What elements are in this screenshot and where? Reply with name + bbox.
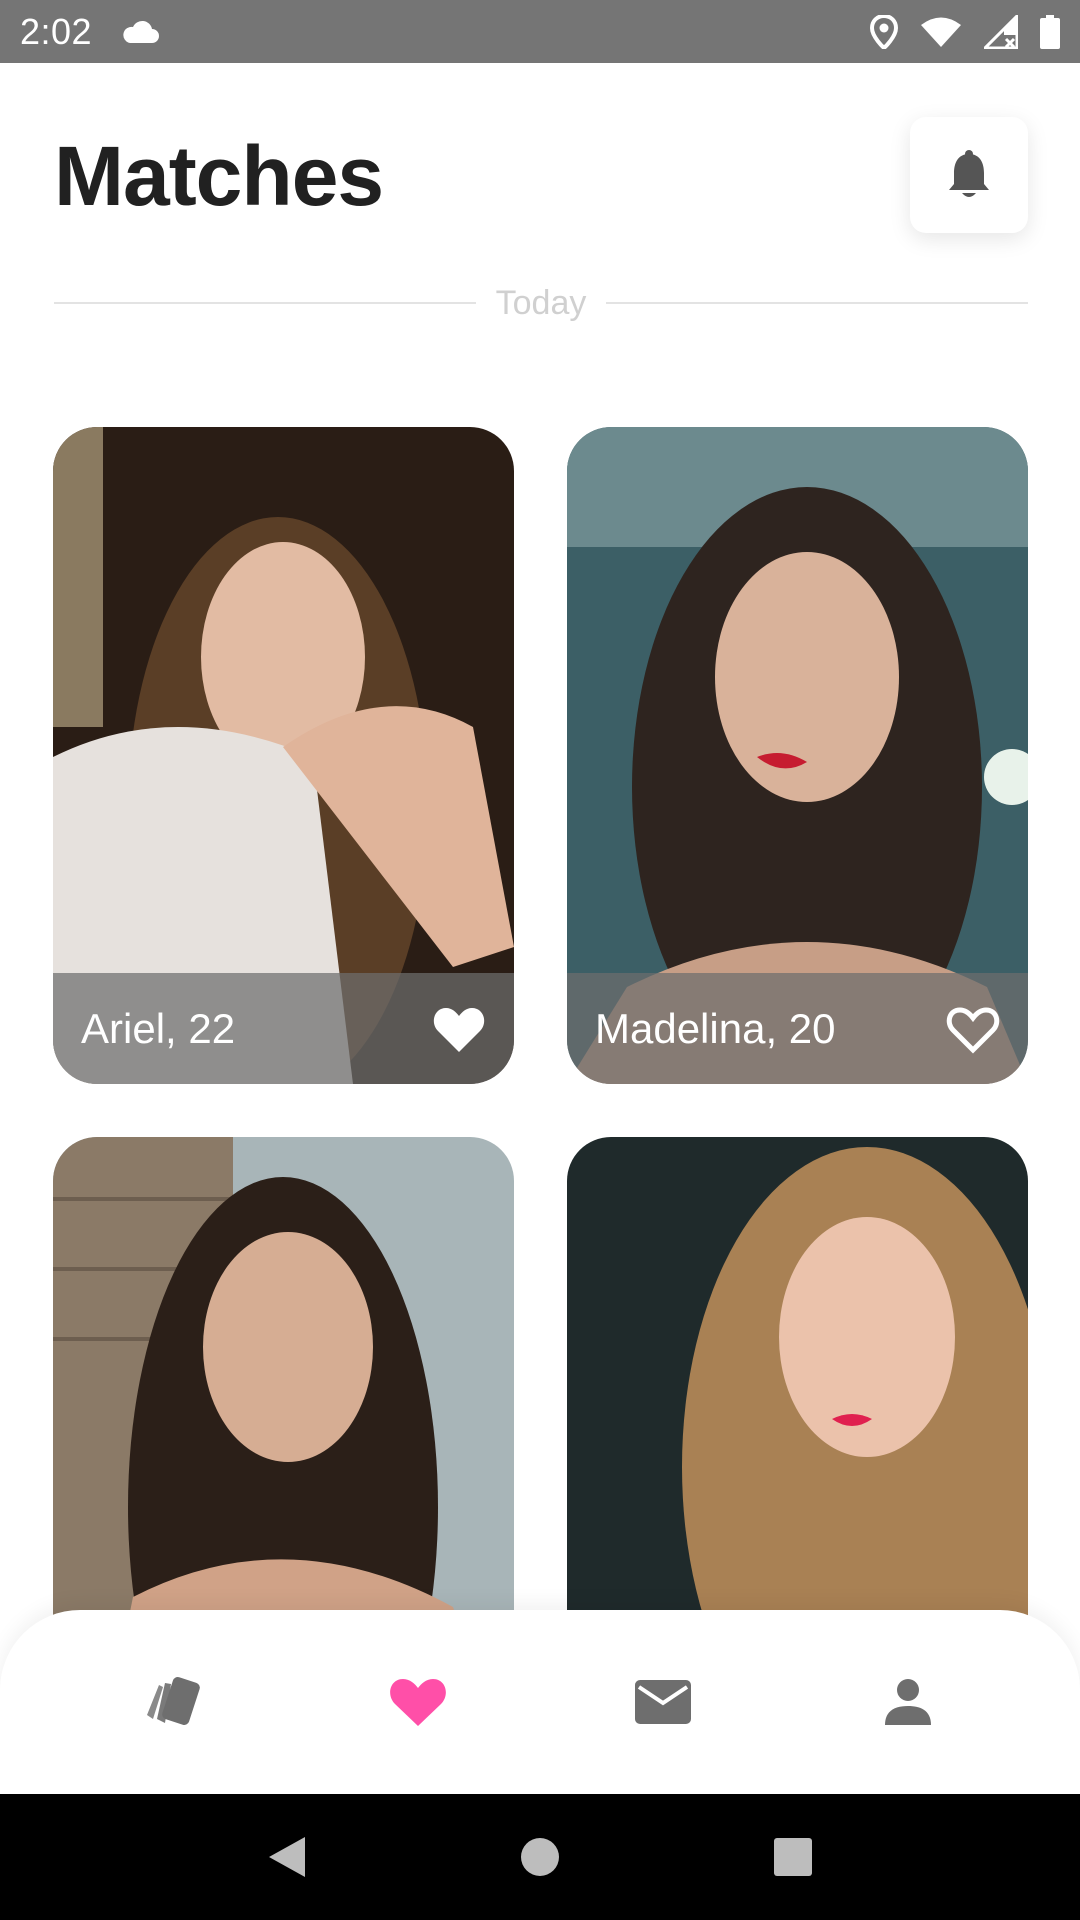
match-name: Madelina, 20: [595, 1004, 836, 1052]
match-card[interactable]: Ariel, 22: [53, 427, 514, 1084]
match-card[interactable]: Madelina, 20: [567, 427, 1028, 1084]
nav-item-profile[interactable]: [858, 1652, 958, 1752]
heart-outline-icon[interactable]: [946, 1004, 1000, 1054]
cards-icon: [146, 1677, 200, 1725]
divider-line: [54, 302, 476, 304]
match-info-bar: Madelina, 20: [567, 973, 1028, 1084]
bell-icon: [949, 150, 989, 197]
divider-line: [606, 302, 1029, 304]
system-navigation-bar: [0, 1794, 1080, 1920]
date-divider: Today: [54, 283, 1029, 323]
location-icon: [870, 14, 898, 49]
battery-icon: [1040, 14, 1060, 49]
status-bar: 2:02: [0, 0, 1080, 63]
mail-icon: [634, 1680, 691, 1724]
heart-icon: [389, 1679, 446, 1726]
heart-filled-icon[interactable]: [432, 1004, 486, 1054]
divider-label: Today: [495, 283, 587, 322]
status-time: 2:02: [20, 10, 93, 52]
nav-item-matches[interactable]: [368, 1652, 468, 1752]
match-name: Ariel, 22: [81, 1004, 236, 1052]
recents-icon[interactable]: [773, 1837, 813, 1877]
match-info-bar: Ariel, 22: [53, 973, 514, 1084]
nav-item-cards[interactable]: [123, 1652, 223, 1752]
person-icon: [884, 1679, 931, 1725]
home-icon[interactable]: [520, 1837, 560, 1877]
nav-item-messages[interactable]: [613, 1652, 713, 1752]
cloud-icon: [123, 20, 160, 43]
bottom-navigation: [0, 1610, 1080, 1794]
notifications-button[interactable]: [910, 117, 1028, 233]
wifi-icon: [921, 17, 961, 47]
page-title: Matches: [54, 129, 384, 223]
signal-icon: [984, 14, 1018, 49]
back-icon[interactable]: [267, 1835, 307, 1879]
